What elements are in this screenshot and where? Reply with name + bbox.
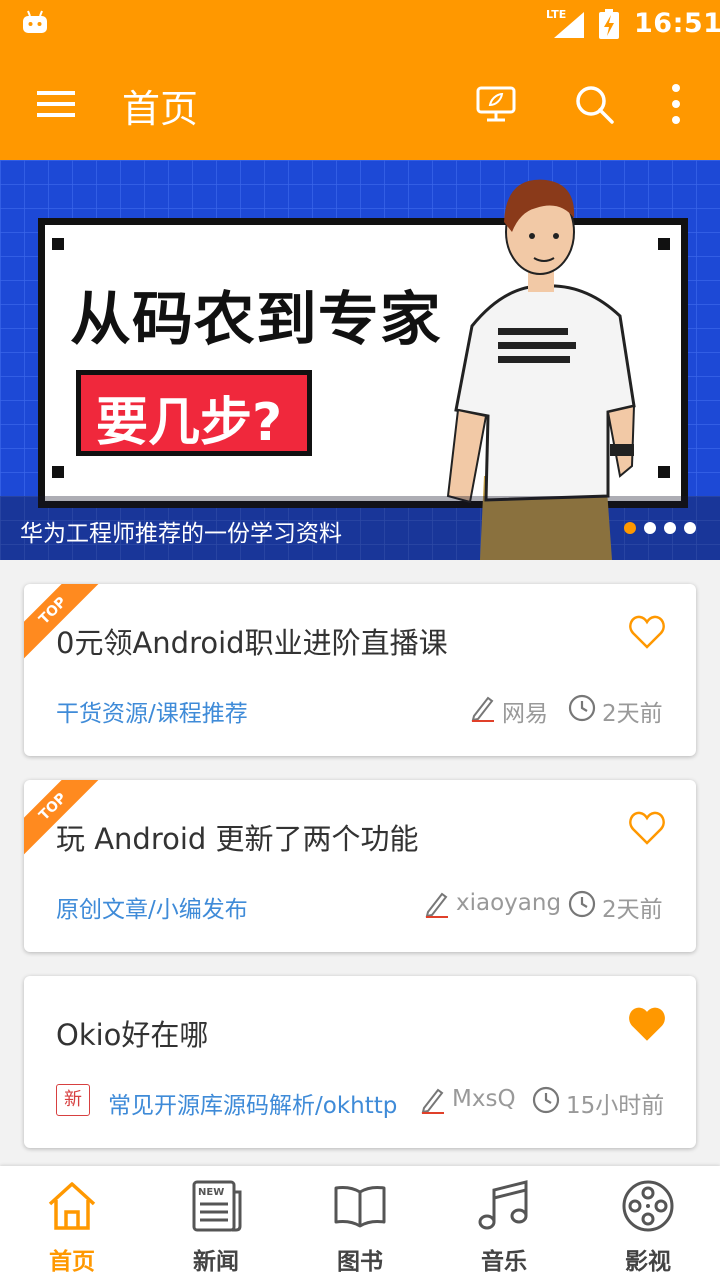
banner-page-indicator <box>624 522 696 534</box>
film-icon <box>622 1180 674 1232</box>
news-icon: NEW <box>192 1180 242 1232</box>
banner-headline: 从码农到专家 <box>70 285 442 353</box>
nav-label: 首页 <box>49 1249 95 1275</box>
article-title[interactable]: 玩 Android 更新了两个功能 <box>56 816 419 858</box>
article-author: xiaoyang <box>456 890 562 916</box>
more-options-icon[interactable] <box>664 82 688 126</box>
nav-tab-books[interactable]: 图书 <box>288 1166 432 1280</box>
banner-subheadline: 要几步? <box>96 393 283 453</box>
app-toolbar: 首页 <box>0 48 720 160</box>
article-chapter[interactable]: 干货资源/课程推荐 <box>56 694 248 728</box>
page-dot <box>664 522 676 534</box>
article-card[interactable]: TOP 玩 Android 更新了两个功能 原创文章/小编发布 xiaoyang… <box>24 780 696 952</box>
pen-icon <box>471 696 494 722</box>
article-card[interactable]: Okio好在哪 新 常见开源库源码解析/okhttp MxsQ 15小时前 <box>24 976 696 1148</box>
pen-icon <box>425 892 448 918</box>
nav-label: 图书 <box>337 1249 383 1275</box>
nav-label: 新闻 <box>193 1249 239 1275</box>
banner-corner <box>52 238 64 250</box>
article-time: 2天前 <box>602 897 663 923</box>
status-time: 16:51 <box>634 8 720 39</box>
article-title[interactable]: 0元领Android职业进阶直播课 <box>56 620 448 662</box>
nav-tab-home[interactable]: 首页 <box>0 1166 144 1280</box>
bottom-navigation: 首页 NEW 新闻 图书 音乐 影视 <box>0 1166 720 1280</box>
search-icon[interactable] <box>572 82 616 126</box>
heart-outline-icon[interactable] <box>628 614 666 650</box>
page-dot <box>684 522 696 534</box>
new-tag: 新 <box>56 1084 90 1116</box>
article-time: 15小时前 <box>566 1093 665 1119</box>
clock-icon <box>568 694 596 722</box>
article-chapter[interactable]: 常见开源库源码解析/okhttp <box>108 1086 397 1120</box>
heart-filled-icon[interactable] <box>628 1006 666 1042</box>
banner-corner <box>658 238 670 250</box>
nav-label: 音乐 <box>481 1249 527 1275</box>
clock-icon <box>532 1086 560 1114</box>
pen-icon <box>421 1088 444 1114</box>
article-card[interactable]: TOP 0元领Android职业进阶直播课 干货资源/课程推荐 网易 2天前 <box>24 584 696 756</box>
nav-tab-news[interactable]: NEW 新闻 <box>144 1166 288 1280</box>
book-icon <box>334 1186 386 1228</box>
banner-corner <box>658 466 670 478</box>
music-icon <box>478 1180 528 1230</box>
article-time: 2天前 <box>602 701 663 727</box>
article-chapter[interactable]: 原创文章/小编发布 <box>56 890 248 924</box>
page-dot <box>644 522 656 534</box>
home-icon <box>48 1182 96 1230</box>
nav-tab-music[interactable]: 音乐 <box>432 1166 576 1280</box>
article-author: 网易 <box>502 701 548 727</box>
menu-icon[interactable] <box>36 86 76 122</box>
battery-charging-icon <box>599 9 619 39</box>
page-dot-active <box>624 522 636 534</box>
svg-text:NEW: NEW <box>198 1187 224 1198</box>
page-title: 首页 <box>122 87 199 131</box>
heart-outline-icon[interactable] <box>628 810 666 846</box>
signal-icon <box>554 12 584 38</box>
status-bar: LTE 16:51 <box>0 0 720 48</box>
tv-icon[interactable] <box>474 82 518 126</box>
banner-caption: 华为工程师推荐的一份学习资料 <box>20 521 342 547</box>
banner-corner <box>52 466 64 478</box>
nav-tab-video[interactable]: 影视 <box>576 1166 720 1280</box>
clock-icon <box>568 890 596 918</box>
android-notification-icon <box>23 10 47 33</box>
article-title[interactable]: Okio好在哪 <box>56 1012 208 1054</box>
article-author: MxsQ <box>452 1086 516 1112</box>
nav-label: 影视 <box>625 1249 671 1275</box>
